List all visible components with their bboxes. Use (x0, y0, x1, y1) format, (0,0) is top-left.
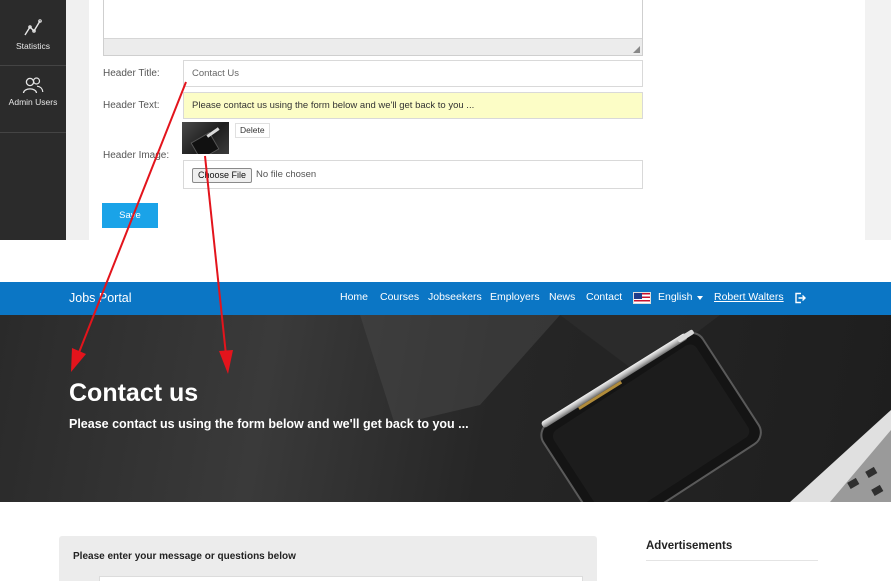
admin-edit-panel: Header Title: Contact Us Header Text: Pl… (89, 0, 865, 240)
advertisements-heading: Advertisements (646, 540, 733, 552)
brand-logo-text[interactable]: Jobs Portal (69, 282, 132, 315)
choose-file-button[interactable]: Choose File (192, 168, 253, 183)
advertisements-divider (646, 560, 818, 561)
save-button[interactable]: Save (102, 203, 158, 228)
public-site-section: Jobs Portal Home Courses Jobseekers Empl… (0, 282, 891, 581)
nav-contact[interactable]: Contact (586, 282, 622, 313)
header-title-label: Header Title: (103, 68, 160, 79)
hero-title: Contact us (69, 379, 199, 407)
user-profile-link[interactable]: Robert Walters (714, 282, 784, 313)
admin-users-icon (22, 77, 44, 94)
hero-background-image (360, 315, 891, 502)
admin-sidebar: Statistics Admin Users (0, 0, 66, 240)
nav-jobseekers[interactable]: Jobseekers (428, 282, 482, 313)
header-title-input[interactable]: Contact Us (183, 60, 643, 87)
contact-form-input[interactable] (99, 576, 583, 581)
hero-subtitle: Please contact us using the form below a… (69, 417, 469, 431)
top-navbar: Jobs Portal Home Courses Jobseekers Empl… (0, 282, 891, 315)
hero-banner: Contact us Please contact us using the f… (0, 315, 891, 502)
language-selector[interactable]: English (658, 282, 692, 313)
header-image-thumbnail (182, 122, 229, 154)
nav-courses[interactable]: Courses (380, 282, 419, 313)
logout-icon[interactable] (794, 292, 806, 304)
header-image-label: Header Image: (103, 150, 170, 161)
statistics-icon (24, 19, 42, 36)
header-text-input[interactable]: Please contact us using the form below a… (183, 92, 643, 119)
contact-form-heading: Please enter your message or questions b… (73, 551, 296, 562)
nav-employers[interactable]: Employers (490, 282, 540, 313)
caret-down-icon[interactable] (697, 296, 703, 300)
header-text-label: Header Text: (103, 100, 160, 111)
sidebar-item-label: Statistics (15, 41, 50, 51)
sidebar-item-label: Admin Users (8, 97, 58, 107)
sidebar-item-statistics[interactable]: Statistics (0, 0, 66, 66)
file-upload-field: Choose File No file chosen (183, 160, 643, 189)
delete-image-button[interactable]: Delete (235, 123, 270, 138)
resize-grip-icon[interactable] (633, 46, 640, 53)
screenshot-stage: Statistics Admin Users Header Title: Con… (0, 0, 891, 581)
contact-form-card: Please enter your message or questions b… (59, 536, 597, 581)
editor-status-bar (104, 38, 642, 55)
file-status-text: No file chosen (256, 169, 317, 180)
nav-home[interactable]: Home (340, 282, 368, 313)
us-flag-icon (633, 292, 651, 304)
admin-section: Statistics Admin Users Header Title: Con… (0, 0, 891, 240)
nav-news[interactable]: News (549, 282, 575, 313)
content-editor-textarea[interactable] (103, 0, 643, 56)
sidebar-item-admin-users[interactable]: Admin Users (0, 66, 66, 133)
admin-right-gutter (865, 0, 891, 240)
